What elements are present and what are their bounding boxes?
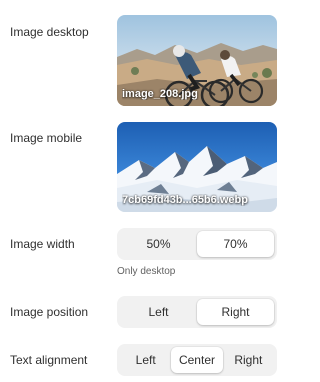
image-position-toggle: Left Right bbox=[117, 296, 277, 328]
image-desktop-label: Image desktop bbox=[10, 25, 89, 39]
text-alignment-option-left[interactable]: Left bbox=[120, 347, 171, 373]
image-width-label: Image width bbox=[10, 237, 75, 251]
image-position-option-left[interactable]: Left bbox=[120, 299, 197, 325]
image-width-option-50[interactable]: 50% bbox=[120, 231, 197, 257]
image-desktop-filename: image_208.jpg bbox=[122, 88, 198, 100]
image-desktop-thumbnail[interactable]: image_208.jpg bbox=[117, 15, 277, 106]
text-alignment-option-center[interactable]: Center bbox=[171, 347, 223, 373]
text-alignment-option-right[interactable]: Right bbox=[223, 347, 274, 373]
image-mobile-thumbnail[interactable]: 7cb69fd43b...65b6.webp bbox=[117, 122, 277, 212]
image-position-option-right[interactable]: Right bbox=[197, 299, 274, 325]
text-alignment-toggle: Left Center Right bbox=[117, 344, 277, 376]
image-mobile-filename: 7cb69fd43b...65b6.webp bbox=[122, 194, 248, 206]
image-width-toggle: 50% 70% bbox=[117, 228, 277, 260]
image-position-label: Image position bbox=[10, 305, 89, 319]
image-width-hint: Only desktop bbox=[117, 266, 176, 277]
text-alignment-label: Text alignment bbox=[10, 353, 88, 367]
image-mobile-label: Image mobile bbox=[10, 131, 83, 145]
image-width-option-70[interactable]: 70% bbox=[197, 231, 274, 257]
